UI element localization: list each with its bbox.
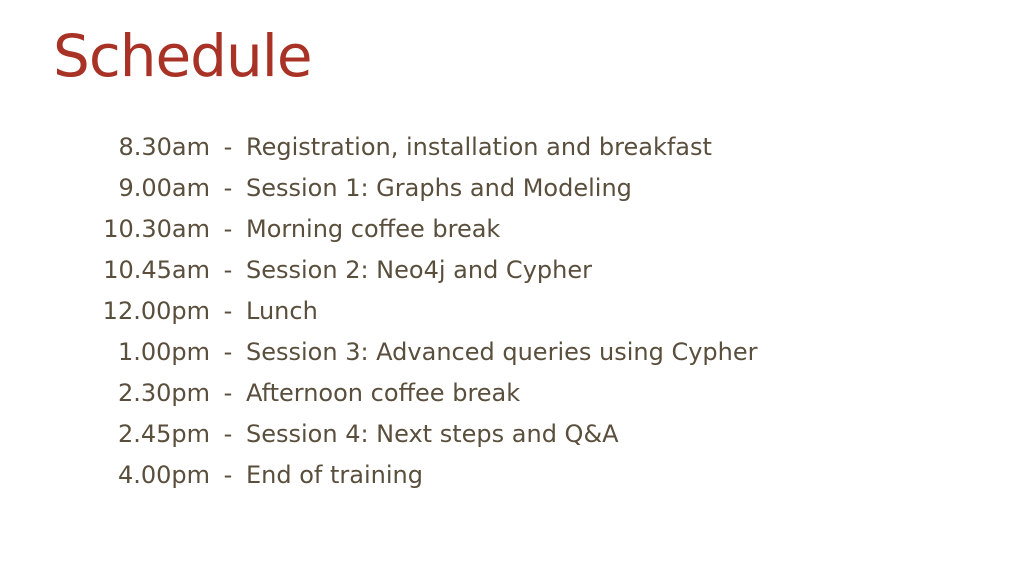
schedule-time: 2.30pm bbox=[117, 378, 210, 407]
schedule-separator: - bbox=[223, 132, 233, 161]
schedule-time: 8.30am bbox=[118, 132, 210, 161]
schedule-separator: - bbox=[223, 255, 233, 284]
schedule-separator: - bbox=[223, 214, 233, 243]
slide-title: Schedule bbox=[53, 22, 313, 90]
schedule-event: Session 3: Advanced queries using Cypher bbox=[246, 337, 758, 366]
schedule-list: 8.30am - Registration, installation and br… bbox=[92, 126, 758, 495]
schedule-separator: - bbox=[223, 296, 233, 325]
schedule-separator: - bbox=[223, 173, 233, 202]
schedule-event: Session 1: Graphs and Modeling bbox=[246, 173, 632, 202]
schedule-event: Morning coffee break bbox=[246, 214, 501, 243]
schedule-time: 10.30am bbox=[103, 214, 210, 243]
schedule-event: Lunch bbox=[246, 296, 318, 325]
schedule-event: Registration, installation and breakfast bbox=[246, 132, 712, 161]
schedule-separator: - bbox=[223, 378, 233, 407]
schedule-separator: - bbox=[223, 460, 233, 489]
schedule-time: 9.00am bbox=[118, 173, 210, 202]
schedule-event: Afternoon coffee break bbox=[246, 378, 521, 407]
schedule-time: 2.45pm bbox=[117, 419, 210, 448]
schedule-time: 12.00pm bbox=[102, 296, 210, 325]
slide: Schedule 8.30am - Registration, installati… bbox=[0, 0, 1024, 576]
schedule-time: 4.00pm bbox=[117, 460, 210, 489]
schedule-event: End of training bbox=[246, 460, 423, 489]
schedule-time: 1.00pm bbox=[117, 337, 210, 366]
schedule-time: 10.45am bbox=[103, 255, 210, 284]
schedule-event: Session 2: Neo4j and Cypher bbox=[246, 255, 592, 284]
schedule-separator: - bbox=[223, 419, 233, 448]
schedule-event: Session 4: Next steps and Q&A bbox=[246, 419, 619, 448]
schedule-separator: - bbox=[223, 337, 233, 366]
